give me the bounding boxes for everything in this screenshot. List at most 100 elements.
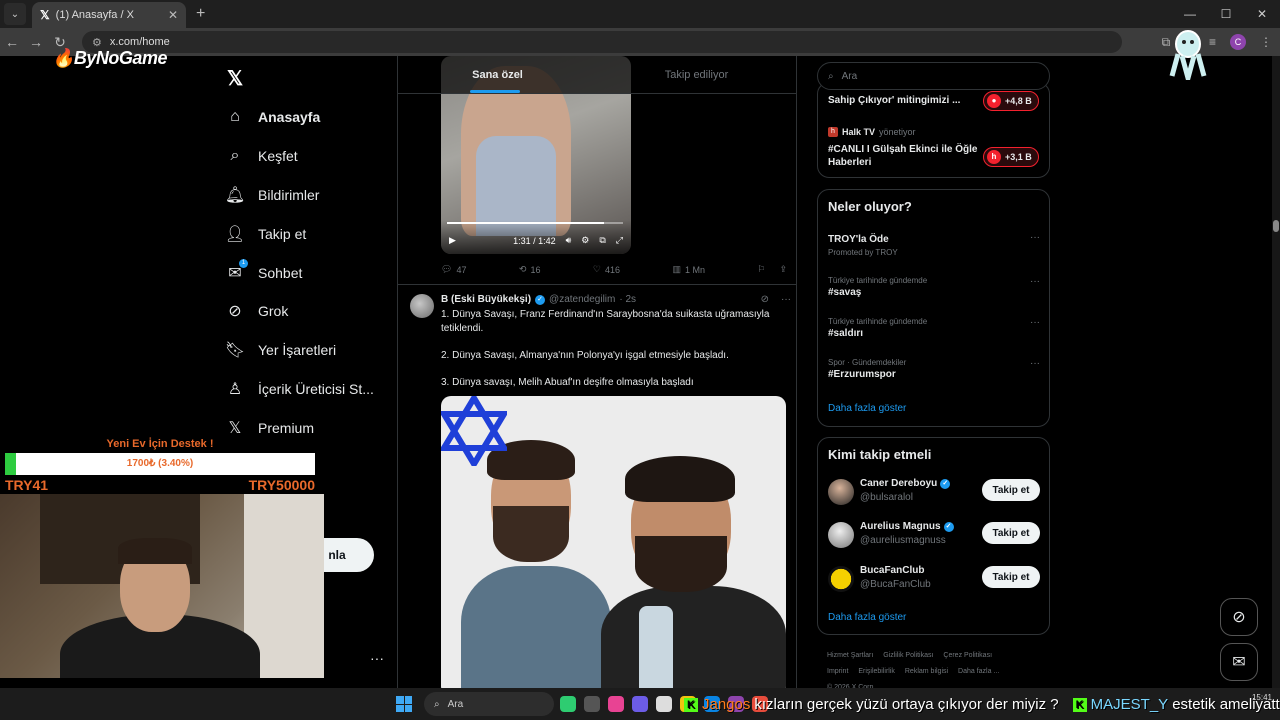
tweet-author-handle[interactable]: @zatendegilim: [549, 294, 615, 305]
follow-button[interactable]: Takip et: [982, 522, 1040, 544]
pip-icon[interactable]: ⧉: [599, 235, 605, 246]
who-to-follow-title: Kimi takip etmeli: [828, 447, 932, 462]
avatar[interactable]: [828, 566, 854, 592]
follow-button[interactable]: Takip et: [982, 566, 1040, 588]
footer-link[interactable]: Daha fazla ...: [958, 668, 999, 675]
tweet-author-name[interactable]: B (Eski Büyükekşi): [441, 294, 531, 305]
back-button[interactable]: ←: [0, 34, 24, 50]
follow-button[interactable]: Takip et: [982, 479, 1040, 501]
live-listeners-pill[interactable]: ● +4,8 B: [983, 91, 1039, 111]
sidebar-item-home[interactable]: ⌂ Anasayfa: [226, 98, 374, 137]
follow-suggestion[interactable]: Caner Dereboyu ✓ @bulsaralol Takip et: [828, 475, 1040, 509]
webcam-feed: [0, 494, 324, 678]
x-logo-icon[interactable]: 𝕏: [227, 66, 243, 91]
video-progress-bar[interactable]: [447, 222, 623, 224]
app-icon[interactable]: [608, 696, 624, 712]
sidebar-item-notifications[interactable]: 🔔︎ Bildirimler: [225, 176, 374, 215]
sidebar-item-bookmarks[interactable]: 🔖︎ Yer İşaretleri: [224, 331, 374, 370]
follow-suggestion[interactable]: Aurelius Magnus ✓ @aureliusmagnuss Takip …: [828, 518, 1040, 552]
close-window-button[interactable]: ✕: [1244, 0, 1280, 28]
footer-link[interactable]: Reklam bilgisi: [905, 668, 948, 675]
tab-following[interactable]: Takip ediliyor: [597, 56, 796, 93]
tab-for-you[interactable]: Sana özel: [398, 56, 597, 93]
app-icon[interactable]: [584, 696, 600, 712]
live-broadcasts-card: Sahip Çıkıyor' mitingimizi ... ● +4,8 B h…: [817, 82, 1050, 178]
follow-suggestion[interactable]: BucaFanClub @BucaFanClub Takip et: [828, 562, 1040, 596]
fullscreen-icon[interactable]: ⤢: [616, 235, 623, 246]
trend-more-icon[interactable]: ···: [1030, 232, 1040, 243]
trend-more-icon[interactable]: ···: [1030, 276, 1040, 287]
taskbar-search[interactable]: ⌕ Ara: [424, 692, 554, 716]
grok-explain-icon[interactable]: ⊘: [761, 294, 769, 305]
bookmark-icon: 🔖︎: [224, 342, 246, 360]
footer-link[interactable]: Hizmet Şartları: [827, 652, 873, 659]
app-icon[interactable]: [632, 696, 648, 712]
avatar[interactable]: [828, 522, 854, 548]
tab-search-button[interactable]: ⌄: [4, 3, 26, 25]
browser-menu-icon[interactable]: ⋮: [1260, 35, 1272, 49]
who-show-more-link[interactable]: Daha fazla göster: [828, 612, 906, 623]
profile-avatar[interactable]: C: [1230, 34, 1246, 50]
trend-item[interactable]: Türkiye tarihinde gündemde #saldırı ···: [828, 317, 1040, 339]
windows-start-icon[interactable]: [396, 696, 412, 712]
avatar[interactable]: [410, 294, 434, 318]
sidebar-item-follow[interactable]: 👤︎ Takip et: [225, 214, 374, 253]
forward-button[interactable]: →: [24, 34, 48, 50]
scrollbar-thumb[interactable]: [1273, 220, 1279, 232]
reply-button[interactable]: 💬︎ 47: [441, 264, 466, 275]
like-button[interactable]: ♡ 416: [593, 264, 620, 275]
sidebar-item-grok[interactable]: ⊘ Grok: [226, 292, 374, 331]
tweet-image[interactable]: [441, 396, 786, 688]
bookmark-button[interactable]: ⚐: [757, 264, 765, 275]
donation-progress-text: 1700₺ (3.40%): [126, 458, 194, 469]
app-icon[interactable]: [656, 696, 672, 712]
chat-badge: 1: [239, 258, 248, 268]
heart-icon: ♡: [592, 264, 601, 274]
footer-link[interactable]: Çerez Politikası: [943, 652, 992, 659]
sidebar-item-creator-studio[interactable]: ♙ İçerik Üreticisi St...: [226, 370, 374, 409]
volume-icon[interactable]: 🔊︎: [566, 235, 572, 246]
footer-link[interactable]: Imprint: [827, 668, 848, 675]
tab-close-icon[interactable]: ✕: [168, 8, 178, 22]
maximize-button[interactable]: ☐: [1208, 0, 1244, 28]
trend-item[interactable]: TROY'la Öde Promoted by TROY ···: [828, 232, 1040, 257]
trends-show-more-link[interactable]: Daha fazla göster: [828, 403, 906, 414]
footer-link[interactable]: Erişilebilirlik: [858, 668, 895, 675]
account-more-icon[interactable]: ···: [370, 650, 384, 666]
window-controls: — ☐ ✕: [1172, 0, 1280, 28]
sidebar-item-explore[interactable]: ⌕ Keşfet: [226, 137, 374, 176]
app-icon[interactable]: [560, 696, 576, 712]
browser-tab[interactable]: 𝕏 (1) Anasayfa / X ✕: [32, 2, 186, 28]
repost-button[interactable]: ⟲ 16: [519, 264, 541, 275]
reading-list-icon[interactable]: ≡: [1209, 35, 1216, 49]
tweet-time[interactable]: · 2s: [619, 294, 636, 305]
play-icon[interactable]: ▶: [449, 235, 456, 246]
trend-more-icon[interactable]: ···: [1030, 358, 1040, 369]
search-input[interactable]: ⌕ Ara: [817, 62, 1050, 90]
taskbar-clock[interactable]: 15:41: [1252, 692, 1272, 703]
live-title[interactable]: #CANLI I Gülşah Ekinci ile Öğle Haberler…: [828, 143, 978, 169]
site-info-icon[interactable]: ⚙: [92, 36, 102, 49]
avatar[interactable]: [828, 479, 854, 505]
messages-fab-button[interactable]: ✉: [1220, 643, 1258, 681]
trend-item[interactable]: Spor · Gündemdekiler #Erzurumspor ···: [828, 358, 1040, 380]
minimize-button[interactable]: —: [1172, 0, 1208, 28]
tweet-more-icon[interactable]: ···: [781, 294, 791, 305]
views-icon: ▥: [672, 264, 681, 274]
trend-more-icon[interactable]: ···: [1030, 317, 1040, 328]
repost-icon: ⟲: [518, 264, 527, 274]
halktv-logo-icon: h: [828, 127, 838, 137]
grok-fab-button[interactable]: ⊘: [1220, 598, 1258, 636]
footer-link[interactable]: Gizlilik Politikası: [883, 652, 933, 659]
live-title[interactable]: Sahip Çıkıyor' mitingimizi ...: [828, 95, 978, 107]
share-button[interactable]: ⇪: [779, 264, 787, 275]
new-tab-button[interactable]: +: [196, 5, 205, 23]
url-field[interactable]: ⚙ x.com/home: [82, 31, 1122, 53]
settings-icon[interactable]: ⚙: [581, 235, 589, 246]
live-listeners-pill[interactable]: h +3,1 B: [983, 147, 1039, 167]
sidebar-item-chat[interactable]: ✉ 1 Sohbet: [226, 253, 374, 292]
page-scrollbar[interactable]: [1272, 56, 1280, 688]
views-button[interactable]: ▥ 1 Mn: [672, 264, 705, 275]
kick-icon: K: [1072, 697, 1087, 712]
trend-item[interactable]: Türkiye tarihinde gündemde #savaş ···: [828, 276, 1040, 298]
